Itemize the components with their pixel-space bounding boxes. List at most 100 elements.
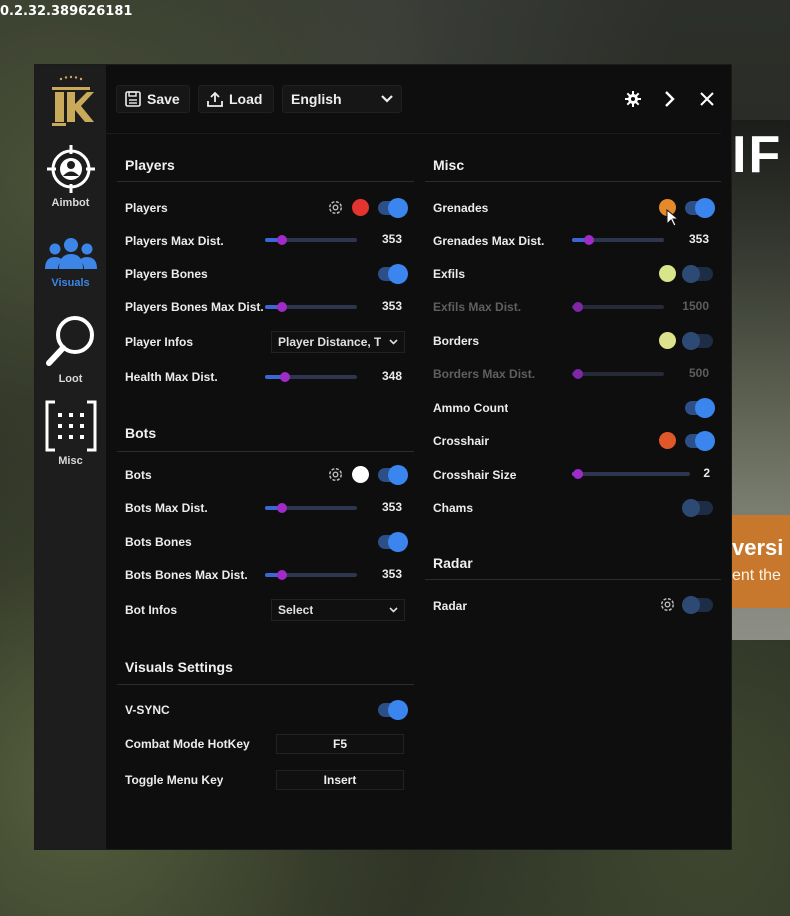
borders-max-dist-slider[interactable] [572, 369, 664, 379]
background-banner-line1: versi [732, 535, 784, 560]
players-section-title: Players [125, 157, 175, 173]
sidebar-item-label: Aimbot [51, 197, 90, 209]
health-max-dist-label: Health Max Dist. [125, 370, 218, 384]
crosshair-toggle[interactable] [685, 431, 715, 451]
magnifier-icon [45, 316, 94, 366]
next-button[interactable] [658, 87, 682, 111]
chevron-down-icon [389, 339, 398, 345]
player-infos-dropdown[interactable]: Player Distance, T [271, 331, 405, 353]
sidebar-item-aimbot[interactable]: Aimbot [35, 143, 106, 209]
players-label: Players [125, 201, 168, 215]
save-label: Save [147, 91, 180, 107]
players-color-swatch[interactable] [352, 199, 369, 216]
grenades-max-dist-label: Grenades Max Dist. [433, 234, 545, 248]
sidebar-item-visuals[interactable]: Visuals [35, 235, 106, 289]
crosshair-color-swatch[interactable] [659, 432, 676, 449]
exfils-toggle[interactable] [682, 265, 713, 283]
bot-infos-dropdown[interactable]: Select [271, 599, 405, 621]
visuals-settings-section-title: Visuals Settings [125, 659, 233, 675]
bots-bones-max-dist-slider[interactable] [265, 570, 357, 580]
toggle-menu-key-label: Toggle Menu Key [125, 773, 224, 787]
chevron-down-icon [381, 95, 393, 103]
bots-settings-gear-icon[interactable] [327, 466, 344, 483]
misc-section-divider [425, 181, 721, 182]
exfils-max-dist-slider[interactable] [572, 302, 664, 312]
borders-max-dist-value[interactable]: 500 [670, 363, 712, 383]
background-title: IF [732, 126, 783, 184]
visuals-settings-divider [117, 684, 414, 685]
bot-infos-label: Bot Infos [125, 603, 177, 617]
bots-toggle[interactable] [378, 465, 408, 485]
crosshair-size-value[interactable]: 2 [695, 463, 713, 483]
grenades-max-dist-value[interactable]: 353 [670, 229, 712, 249]
ammo-count-toggle[interactable] [685, 398, 715, 418]
misc-section-title: Misc [433, 157, 465, 173]
language-select[interactable]: English [282, 85, 402, 113]
health-max-dist-slider[interactable] [265, 372, 357, 382]
exfils-max-dist-value[interactable]: 1500 [670, 296, 712, 316]
load-button[interactable]: Load [198, 85, 274, 113]
bots-max-dist-value[interactable]: 353 [363, 497, 405, 517]
load-label: Load [229, 91, 263, 107]
players-toggle[interactable] [378, 198, 408, 218]
players-max-dist-slider[interactable] [265, 235, 357, 245]
version-text: 0.2.32.389626181 [0, 4, 133, 19]
bots-bones-max-dist-label: Bots Bones Max Dist. [125, 568, 248, 582]
sidebar-item-label: Loot [58, 373, 83, 385]
chevron-right-icon [665, 91, 675, 107]
players-max-dist-value[interactable]: 353 [363, 229, 405, 249]
players-bones-toggle[interactable] [378, 264, 408, 284]
players-bones-max-dist-slider[interactable] [265, 302, 357, 312]
players-bones-max-dist-label: Players Bones Max Dist. [125, 300, 264, 314]
grenades-max-dist-slider[interactable] [572, 235, 664, 245]
toggle-menu-key-button[interactable]: Insert [276, 770, 404, 790]
bots-max-dist-slider[interactable] [265, 503, 357, 513]
sidebar-item-loot[interactable]: Loot [35, 313, 106, 385]
crosshair-size-slider[interactable] [572, 469, 690, 479]
chams-label: Chams [433, 501, 474, 515]
bots-bones-toggle[interactable] [378, 532, 408, 552]
players-bones-label: Players Bones [125, 267, 208, 281]
sidebar-item-misc[interactable]: Misc [35, 399, 106, 467]
borders-label: Borders [433, 334, 480, 348]
sidebar: Aimbot Visuals Loot Misc [35, 65, 106, 849]
grenades-label: Grenades [433, 201, 489, 215]
exfils-label: Exfils [433, 267, 466, 281]
settings-button[interactable] [621, 87, 645, 111]
bots-bones-label: Bots Bones [125, 535, 192, 549]
players-settings-gear-icon[interactable] [327, 199, 344, 216]
bots-label: Bots [125, 468, 152, 482]
ammo-count-label: Ammo Count [433, 401, 509, 415]
health-max-dist-value[interactable]: 348 [363, 366, 405, 386]
borders-toggle[interactable] [682, 332, 713, 350]
bots-section-divider [117, 451, 414, 452]
radar-toggle[interactable] [682, 596, 713, 614]
bots-color-swatch[interactable] [352, 466, 369, 483]
players-section-divider [117, 181, 414, 182]
close-button[interactable] [695, 87, 719, 111]
radar-settings-gear-icon[interactable] [659, 596, 676, 613]
vsync-toggle[interactable] [378, 700, 408, 720]
save-button[interactable]: Save [116, 85, 190, 113]
vsync-label: V-SYNC [125, 703, 170, 717]
combat-mode-hotkey-button[interactable]: F5 [276, 734, 404, 754]
chams-toggle[interactable] [682, 499, 713, 517]
player-infos-label: Player Infos [125, 335, 194, 349]
floppy-icon [125, 91, 141, 107]
bots-max-dist-label: Bots Max Dist. [125, 501, 208, 515]
combat-mode-hotkey-label: Combat Mode HotKey [125, 737, 250, 751]
exfils-color-swatch[interactable] [659, 265, 676, 282]
toolbar: Save Load English [106, 65, 731, 133]
borders-color-swatch[interactable] [659, 332, 676, 349]
player-infos-value: Player Distance, T [278, 335, 382, 349]
bots-bones-max-dist-value[interactable]: 353 [363, 564, 405, 584]
crosshair-label: Crosshair [433, 434, 490, 448]
crosshair-size-label: Crosshair Size [433, 468, 517, 482]
crosshair-person-icon [46, 145, 95, 193]
close-icon [700, 92, 714, 106]
grenades-toggle[interactable] [685, 198, 715, 218]
grid-dots-icon [45, 400, 96, 452]
mouse-cursor-icon [666, 209, 680, 227]
players-bones-max-dist-value[interactable]: 353 [363, 296, 405, 316]
background-banner: versi ent the [730, 515, 790, 608]
